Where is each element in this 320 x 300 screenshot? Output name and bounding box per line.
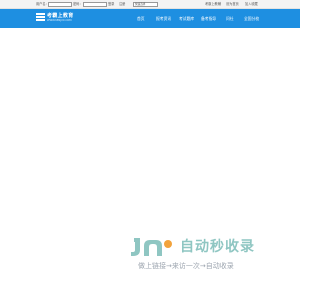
username-label: 用户名： bbox=[36, 2, 49, 6]
top-bar: 用户名： 密码： 登录 注册 快速选择 考霸上教辅 设为首页 加入收藏 bbox=[0, 0, 300, 9]
quick-select[interactable]: 快速选择 bbox=[133, 2, 158, 7]
watermark-subtitle: 做上链接→来访一次→自动收录 bbox=[138, 262, 234, 270]
nav-item-news[interactable]: 报考资讯 bbox=[156, 16, 171, 21]
login-link[interactable]: 登录 bbox=[108, 2, 114, 6]
site-logo[interactable]: 考霸上教育 WWW.KBSJXX.COM bbox=[36, 12, 84, 26]
top-link-1[interactable]: 设为首页 bbox=[226, 2, 239, 6]
top-link-0[interactable]: 考霸上教辅 bbox=[205, 2, 221, 6]
nav-item-question-bank[interactable]: 考试题库 bbox=[179, 16, 194, 21]
register-link[interactable]: 注册 bbox=[119, 2, 125, 6]
watermark: 自动秒收录 做上链接→来访一次→自动收录 bbox=[130, 236, 280, 276]
watermark-logo-icon bbox=[131, 238, 172, 256]
main-navbar: 考霸上教育 WWW.KBSJXX.COM 首页 报考资讯 考试题库 备考指导 问… bbox=[0, 9, 300, 28]
password-input[interactable] bbox=[83, 2, 107, 7]
watermark-title: 自动秒收录 bbox=[180, 239, 255, 255]
nav-item-guide[interactable]: 备考指导 bbox=[201, 16, 216, 21]
nav-item-home[interactable]: 首页 bbox=[137, 16, 145, 21]
username-input[interactable] bbox=[48, 2, 72, 7]
logo-title: 考霸上教育 bbox=[47, 13, 74, 19]
logo-subtitle: WWW.KBSJXX.COM bbox=[47, 19, 72, 22]
logo-mark-icon bbox=[36, 13, 45, 23]
top-link-2[interactable]: 加入收藏 bbox=[245, 2, 258, 6]
nav-item-community[interactable]: 问社 bbox=[226, 16, 234, 21]
nav-item-branches[interactable]: 全国分校 bbox=[244, 16, 259, 21]
password-label: 密码： bbox=[73, 2, 83, 6]
